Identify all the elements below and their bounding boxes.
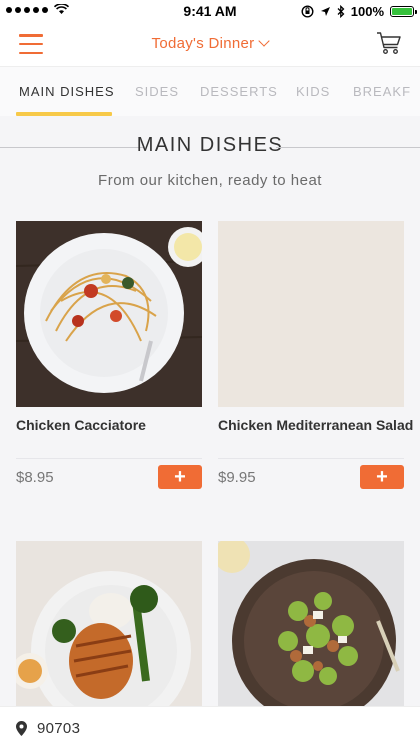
chevron-down-icon bbox=[258, 35, 271, 47]
status-bar: 9:41 AM 100% bbox=[0, 0, 420, 22]
battery-icon bbox=[390, 6, 417, 17]
product-image[interactable] bbox=[218, 541, 404, 706]
nav-title: Today's Dinner bbox=[151, 35, 255, 52]
zip-code: 90703 bbox=[37, 720, 81, 737]
product-price: $9.95 bbox=[218, 469, 256, 486]
section-title: MAIN DISHES bbox=[136, 134, 284, 156]
location-arrow-icon bbox=[320, 7, 330, 16]
product-image[interactable] bbox=[16, 541, 202, 706]
product-name: Chicken Cacciatore bbox=[16, 417, 146, 433]
location-bar[interactable]: 90703 bbox=[0, 706, 420, 751]
tab-kids[interactable]: KIDS bbox=[296, 84, 330, 99]
product-card[interactable] bbox=[16, 541, 202, 706]
meal-selector[interactable]: Today's Dinner bbox=[0, 35, 420, 52]
divider bbox=[276, 147, 420, 148]
divider bbox=[218, 458, 404, 459]
shopping-cart-icon[interactable] bbox=[376, 31, 402, 55]
bluetooth-icon bbox=[337, 5, 345, 18]
tab-main-dishes[interactable]: MAIN DISHES bbox=[19, 84, 115, 99]
category-tabs: MAIN DISHES SIDES DESSERTS KIDS BREAKF bbox=[0, 66, 420, 117]
product-card[interactable] bbox=[218, 541, 404, 706]
plus-icon: + bbox=[376, 466, 388, 488]
section-header: MAIN DISHES bbox=[0, 134, 420, 158]
tab-sides[interactable]: SIDES bbox=[135, 84, 179, 99]
location-pin-icon bbox=[16, 721, 27, 736]
product-card[interactable]: Chicken Mediterranean Salad $9.95 + bbox=[218, 221, 413, 489]
product-name: Chicken Mediterranean Salad bbox=[218, 417, 414, 433]
battery-percent: 100% bbox=[350, 4, 384, 19]
navigation-bar: Today's Dinner bbox=[0, 22, 420, 66]
divider bbox=[16, 458, 202, 459]
product-image-placeholder[interactable] bbox=[218, 221, 404, 407]
plus-icon: + bbox=[174, 466, 186, 488]
add-to-cart-button[interactable]: + bbox=[360, 465, 404, 489]
add-to-cart-button[interactable]: + bbox=[158, 465, 202, 489]
product-price: $8.95 bbox=[16, 469, 54, 486]
product-image[interactable] bbox=[16, 221, 202, 407]
product-card[interactable]: Chicken Cacciatore $8.95 + bbox=[16, 221, 202, 489]
tab-desserts[interactable]: DESSERTS bbox=[200, 84, 278, 99]
product-list[interactable]: MAIN DISHES From our kitchen, ready to h… bbox=[0, 116, 420, 706]
section-subtitle: From our kitchen, ready to heat bbox=[98, 172, 322, 189]
orientation-lock-icon bbox=[301, 5, 314, 18]
tab-breakfast[interactable]: BREAKF bbox=[353, 84, 411, 99]
